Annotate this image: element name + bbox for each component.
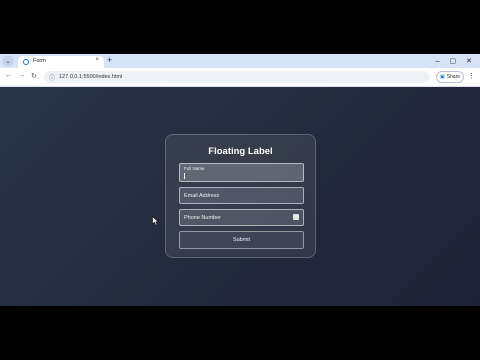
forward-button[interactable]: → bbox=[18, 72, 25, 79]
minimize-button[interactable]: – bbox=[436, 58, 440, 65]
reload-button[interactable]: ↻ bbox=[31, 72, 37, 80]
full-name-label: Full Name bbox=[184, 166, 205, 171]
globe-icon bbox=[23, 59, 29, 65]
site-info-icon[interactable]: ⓘ bbox=[49, 73, 55, 82]
share-icon: ▣ bbox=[439, 74, 445, 80]
mouse-cursor-icon bbox=[152, 216, 159, 226]
phone-label: Phone Number bbox=[184, 214, 221, 221]
tab-form[interactable]: Form × bbox=[18, 56, 104, 68]
autofill-card-icon[interactable] bbox=[293, 214, 299, 220]
email-label: Email Address bbox=[184, 192, 220, 199]
maximize-button[interactable]: ▢ bbox=[450, 57, 457, 65]
share-button[interactable]: ▣ Share bbox=[436, 71, 464, 83]
page-content: Floating Label Full Name Email Address P… bbox=[0, 87, 480, 306]
phone-field[interactable]: Phone Number bbox=[179, 209, 304, 226]
close-window-button[interactable]: ✕ bbox=[466, 57, 472, 65]
tab-title: Form bbox=[33, 58, 46, 64]
url-text: 127.0.0.1:5500/index.html bbox=[59, 73, 123, 80]
text-caret bbox=[184, 173, 185, 179]
full-name-field[interactable]: Full Name bbox=[179, 163, 304, 182]
submit-button[interactable]: Submit bbox=[179, 231, 304, 249]
form-card: Floating Label Full Name Email Address P… bbox=[165, 134, 316, 258]
video-frame: ⌄ Form × + – ▢ ✕ ← → ↻ ⓘ 127.0.0.1:5500/… bbox=[0, 0, 480, 360]
back-button[interactable]: ← bbox=[5, 72, 12, 79]
close-icon[interactable]: × bbox=[95, 57, 99, 63]
email-field[interactable]: Email Address bbox=[179, 187, 304, 204]
tab-bar: ⌄ Form × + – ▢ ✕ bbox=[0, 54, 480, 68]
browser-menu-button[interactable]: ⋮ bbox=[468, 72, 475, 80]
browser-window: ⌄ Form × + – ▢ ✕ ← → ↻ ⓘ 127.0.0.1:5500/… bbox=[0, 54, 480, 306]
new-tab-button[interactable]: + bbox=[107, 55, 112, 66]
window-controls: – ▢ ✕ bbox=[436, 54, 476, 68]
tab-search-button[interactable]: ⌄ bbox=[3, 56, 13, 66]
form-title: Floating Label bbox=[208, 146, 273, 157]
browser-toolbar: ← → ↻ ⓘ 127.0.0.1:5500/index.html ▣ Shar… bbox=[0, 68, 480, 87]
share-label: Share bbox=[446, 74, 461, 80]
address-bar[interactable]: ⓘ 127.0.0.1:5500/index.html bbox=[44, 71, 430, 83]
